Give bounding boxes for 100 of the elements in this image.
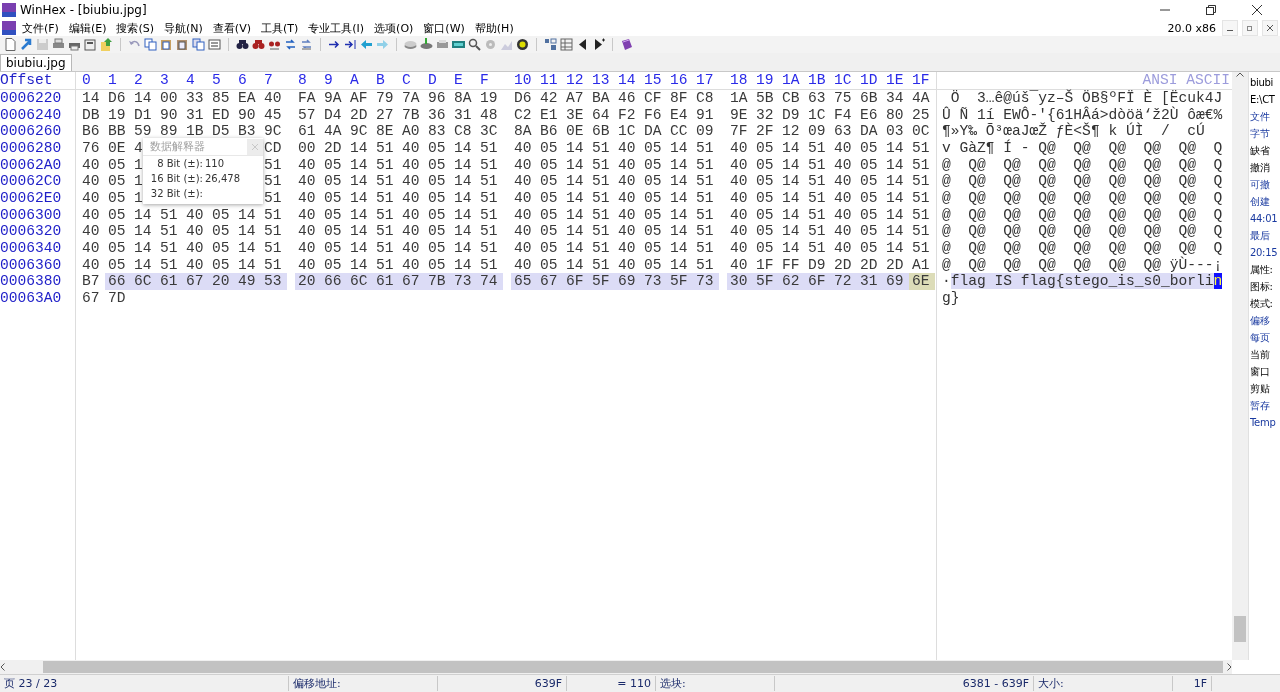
hex-byte: 40 xyxy=(401,156,421,174)
hex-byte: 34 xyxy=(885,90,905,107)
restore-icon xyxy=(1247,25,1253,31)
hex-byte: BA xyxy=(591,90,611,107)
properties-icon[interactable] xyxy=(84,38,97,51)
hex-byte: 05 xyxy=(755,239,775,257)
clipboard-icon[interactable] xyxy=(160,38,173,51)
file-tab[interactable]: biubiu.jpg xyxy=(0,54,72,71)
left-caret-icon[interactable] xyxy=(0,663,5,671)
menu-item[interactable]: 文件(F) xyxy=(18,20,63,36)
hex-byte: 51 xyxy=(807,223,827,240)
hex-byte: 05 xyxy=(211,206,231,224)
vertical-scrollbar[interactable] xyxy=(1232,72,1248,660)
menu-item[interactable]: 专业工具(I) xyxy=(304,20,369,36)
hex-byte: 40 xyxy=(513,156,533,174)
hex-byte: 40 xyxy=(833,223,853,240)
hex-byte: 51 xyxy=(263,173,283,190)
hex-byte: 05 xyxy=(427,139,447,157)
hex-byte: 2D xyxy=(323,139,343,157)
up-caret-icon[interactable] xyxy=(1236,72,1244,77)
hex-byte: 66 xyxy=(321,273,347,290)
hex-byte: 7A xyxy=(401,90,421,107)
hex-byte: 05 xyxy=(427,189,447,207)
hex-byte: 31 xyxy=(453,106,473,124)
hex-byte: 6B xyxy=(859,90,879,107)
book-icon[interactable] xyxy=(620,38,633,51)
menu-item[interactable]: 编辑(E) xyxy=(64,20,111,36)
menu-item[interactable]: 查看(V) xyxy=(208,20,255,36)
hex-byte: 59 xyxy=(133,123,153,140)
hex-byte: 51 xyxy=(263,189,283,207)
close-button[interactable] xyxy=(1262,20,1278,36)
hex-byte: 67 xyxy=(81,289,101,307)
hex-byte: 40 xyxy=(185,206,205,224)
column-header: 2 xyxy=(133,72,144,89)
clipboard-icon[interactable] xyxy=(176,38,189,51)
hex-byte: 05 xyxy=(211,239,231,257)
hex-byte: 90 xyxy=(237,106,257,124)
hex-byte: 73 xyxy=(451,273,477,290)
hex-byte: 14 xyxy=(133,256,153,274)
menu-item[interactable]: 选项(O) xyxy=(370,20,418,36)
printer-icon[interactable] xyxy=(52,38,65,51)
text-cursor: n xyxy=(1213,273,1223,290)
copy-icon[interactable] xyxy=(192,38,205,51)
new-file-icon[interactable] xyxy=(4,38,17,51)
replace-icon[interactable] xyxy=(284,38,297,51)
upload-icon[interactable] xyxy=(100,38,113,51)
grid-icon[interactable] xyxy=(544,38,557,51)
hex-byte: 7F xyxy=(729,123,749,140)
hex-byte: 40 xyxy=(617,139,637,157)
hex-byte: 14 xyxy=(669,256,689,274)
hex-byte: 05 xyxy=(755,206,775,224)
menu-item[interactable]: 窗口(W) xyxy=(419,20,469,36)
status-value: 639F xyxy=(438,676,567,691)
info-text: 图标: xyxy=(1249,280,1274,294)
jump-icon[interactable] xyxy=(344,38,357,51)
hex-byte: 1C xyxy=(807,106,827,124)
minimize-button[interactable] xyxy=(1222,20,1238,36)
right-caret-icon[interactable] xyxy=(1227,663,1232,671)
right-arrow-icon[interactable] xyxy=(328,38,341,51)
horizontal-scrollbar[interactable] xyxy=(0,660,1232,674)
hex-byte: 57 xyxy=(297,106,317,124)
hex-byte: 14 xyxy=(781,223,801,240)
hex-byte: 40 xyxy=(729,239,749,257)
hex-byte: 33 xyxy=(185,90,205,107)
info-text: 可撤 xyxy=(1249,178,1271,192)
column-header: 5 xyxy=(211,72,222,89)
right-triangle-icon[interactable] xyxy=(592,38,605,51)
hex-byte: 74 xyxy=(477,273,503,290)
column-header: 1F xyxy=(911,72,931,89)
hex-byte: A0 xyxy=(401,123,421,140)
hex-byte: 05 xyxy=(755,156,775,174)
hex-byte: 14 xyxy=(349,139,369,157)
hex-byte: 6C xyxy=(347,273,373,290)
hex-byte: 51 xyxy=(591,156,611,174)
hex-byte: 96 xyxy=(427,90,447,107)
scrollbar-thumb[interactable] xyxy=(1234,616,1246,642)
hex-byte: 14 xyxy=(781,206,801,224)
hex-byte: 14 xyxy=(781,173,801,190)
menu-item[interactable]: 搜索(S) xyxy=(112,20,159,36)
replace-icon[interactable] xyxy=(300,38,313,51)
column-header: 8 xyxy=(297,72,308,89)
hex-byte: 51 xyxy=(263,223,283,240)
arrow-icon[interactable] xyxy=(20,38,33,51)
column-header: 9 xyxy=(323,72,334,89)
hex-byte: 14 xyxy=(453,206,473,224)
hex-byte: 05 xyxy=(859,173,879,190)
left-triangle-icon[interactable] xyxy=(576,38,589,51)
column-header: 3 xyxy=(159,72,170,89)
hex-byte: 51 xyxy=(263,206,283,224)
hex-byte: 14 xyxy=(885,156,905,174)
scrollbar-thumb[interactable] xyxy=(43,661,1223,673)
menu-item[interactable]: 导航(N) xyxy=(160,20,207,36)
hex-byte: 05 xyxy=(643,189,663,207)
hex-byte: 4A xyxy=(911,90,931,107)
copy-icon[interactable] xyxy=(144,38,157,51)
magnifier-icon[interactable] xyxy=(468,38,481,51)
menu-item[interactable]: 工具(T) xyxy=(256,20,303,36)
ascii-text: @ Q@ Q@ Q@ Q@ Q@ Q@ Q@ Q xyxy=(941,156,1224,174)
hex-byte: 51 xyxy=(911,139,931,157)
menu-item[interactable]: 帮助(H) xyxy=(470,20,518,36)
